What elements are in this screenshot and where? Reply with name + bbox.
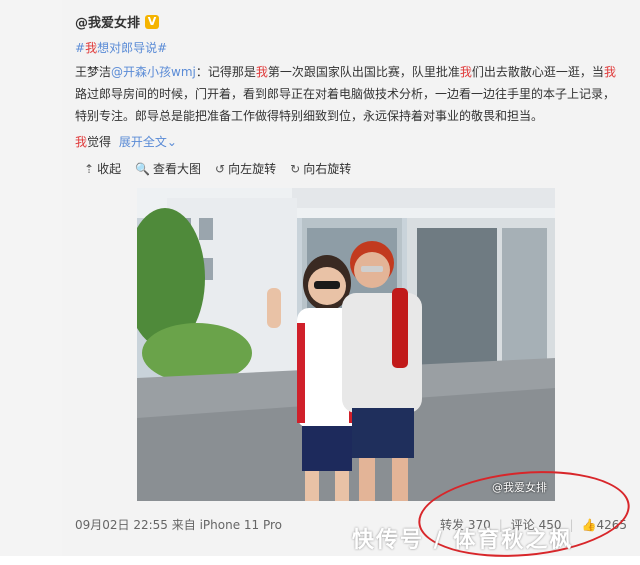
collapse-icon: ⇡ — [84, 161, 95, 176]
rotate-right-icon: ↻ — [290, 161, 301, 176]
page: @我爱女排 V #我想对郎导说# 王梦洁@开森小孩wmj：记得那是我第一次跟国家… — [0, 0, 640, 565]
mention-link[interactable]: @开森小孩wmj — [111, 65, 196, 79]
rotate-left-button[interactable]: ↺ 向左旋转 — [215, 160, 276, 177]
post-author[interactable]: @我爱女排 V — [75, 12, 160, 31]
verified-badge-icon: V — [145, 14, 160, 29]
post-body: 王梦洁@开森小孩wmj：记得那是我第一次跟国家队出国比赛，队里批准我们出去散散心… — [75, 65, 616, 123]
overlay-watermark: 快传号 / 体育秋之枫 — [352, 528, 574, 553]
rotate-left-icon: ↺ — [215, 161, 226, 176]
image-toolbar: ⇡ 收起 🔍 查看大图 ↺ 向左旋转 ↻ 向右旋转 — [84, 160, 351, 177]
search-icon: 🔍 — [135, 161, 151, 176]
rotate-right-button[interactable]: ↻ 向右旋转 — [290, 160, 351, 177]
post-time-source: 09月02日 22:55 来自 iPhone 11 Pro — [75, 518, 283, 532]
author-name[interactable]: @我爱女排 — [75, 12, 140, 31]
collapse-button[interactable]: ⇡ 收起 — [84, 160, 121, 177]
expand-full-text-link[interactable]: 展开全文⌄ — [119, 135, 177, 149]
view-large-button[interactable]: 🔍 查看大图 — [135, 160, 201, 177]
post-photo[interactable]: @我爱女排 — [137, 188, 555, 501]
topic-tag[interactable]: #我想对郎导说# — [75, 39, 167, 56]
chevron-down-icon: ⌄ — [166, 135, 177, 149]
post-feel-line: 我觉得 展开全文⌄ — [75, 135, 177, 149]
photo-illustration — [137, 188, 555, 501]
